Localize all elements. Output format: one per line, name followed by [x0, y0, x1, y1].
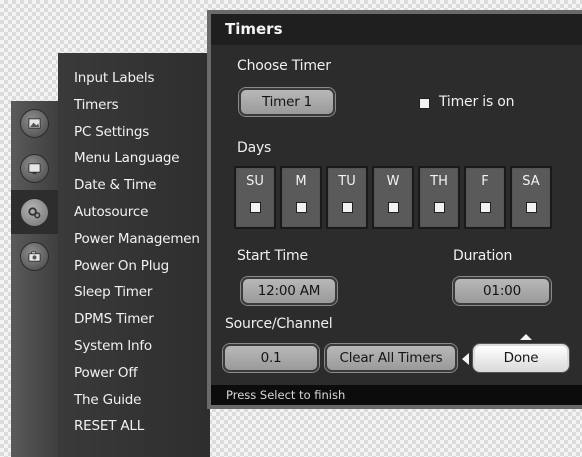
focus-left-arrow-icon	[462, 353, 469, 365]
picture-icon[interactable]	[20, 109, 49, 138]
day-toggle-f[interactable]: F	[464, 166, 506, 229]
category-icon-strip	[11, 101, 58, 457]
day-checkbox[interactable]	[479, 202, 491, 213]
done-button[interactable]: Done	[473, 344, 569, 372]
menu-item-dpms-timer[interactable]: DPMS Timer	[74, 306, 200, 333]
menu-item-autosource[interactable]: Autosource	[74, 199, 200, 226]
start-time-button[interactable]: 12:00 AM	[241, 277, 337, 305]
menu-item-timers[interactable]: Timers	[74, 92, 200, 119]
menu-item-system-info[interactable]: System Info	[74, 333, 200, 360]
day-toggle-tu[interactable]: TU	[326, 166, 368, 229]
menu-item-reset-all[interactable]: RESET ALL	[74, 413, 200, 440]
start-time-label: Start Time	[237, 248, 308, 264]
day-toggle-sa[interactable]: SA	[510, 166, 552, 229]
tv-icon[interactable]	[20, 154, 49, 183]
day-label: TU	[338, 174, 356, 189]
day-toggle-m[interactable]: M	[280, 166, 322, 229]
channel-button[interactable]: 0.1	[223, 344, 319, 372]
duration-button[interactable]: 01:00	[453, 277, 551, 305]
day-checkbox[interactable]	[249, 202, 261, 213]
day-toggle-th[interactable]: TH	[418, 166, 460, 229]
day-checkbox[interactable]	[295, 202, 307, 213]
menu-item-input-labels[interactable]: Input Labels	[74, 65, 200, 92]
day-label: SU	[246, 174, 264, 189]
day-toggle-su[interactable]: SU	[234, 166, 276, 229]
timer-select-button[interactable]: Timer 1	[239, 88, 335, 116]
status-hint: Press Select to finish	[211, 385, 582, 405]
settings-menu-list: Input Labels Timers PC Settings Menu Lan…	[74, 65, 200, 440]
menu-item-the-guide[interactable]: The Guide	[74, 387, 200, 414]
settings-gears-icon[interactable]	[20, 198, 49, 227]
menu-item-power-management[interactable]: Power Managemen	[74, 226, 200, 253]
menu-item-date-time[interactable]: Date & Time	[74, 172, 200, 199]
day-label: W	[386, 174, 400, 189]
day-label: TH	[430, 174, 448, 189]
source-channel-label: Source/Channel	[225, 316, 333, 332]
day-checkbox[interactable]	[341, 202, 353, 213]
dialog-title: Timers	[211, 14, 582, 45]
clear-all-timers-button[interactable]: Clear All Timers	[325, 344, 457, 372]
focus-up-arrow-icon	[520, 334, 532, 340]
duration-label: Duration	[453, 248, 513, 264]
menu-item-power-on-plug[interactable]: Power On Plug	[74, 253, 200, 280]
settings-menu: Input Labels Timers PC Settings Menu Lan…	[58, 53, 210, 457]
timer-is-on-checkbox[interactable]	[419, 98, 430, 109]
timers-dialog: Timers Choose Timer Timer 1 Timer is on …	[207, 10, 582, 409]
days-label: Days	[237, 140, 272, 156]
days-selector: SU M TU W TH F SA	[234, 166, 552, 229]
timer-is-on-label: Timer is on	[439, 94, 515, 110]
day-checkbox[interactable]	[387, 202, 399, 213]
menu-item-power-off[interactable]: Power Off	[74, 360, 200, 387]
menu-item-sleep-timer[interactable]: Sleep Timer	[74, 279, 200, 306]
menu-item-pc-settings[interactable]: PC Settings	[74, 119, 200, 146]
choose-timer-label: Choose Timer	[237, 58, 331, 74]
day-toggle-w[interactable]: W	[372, 166, 414, 229]
menu-item-menu-language[interactable]: Menu Language	[74, 145, 200, 172]
day-label: M	[295, 174, 307, 189]
camera-icon[interactable]	[20, 242, 49, 271]
day-label: SA	[522, 174, 540, 189]
day-checkbox[interactable]	[525, 202, 537, 213]
day-checkbox[interactable]	[433, 202, 445, 213]
day-label: F	[481, 174, 489, 189]
